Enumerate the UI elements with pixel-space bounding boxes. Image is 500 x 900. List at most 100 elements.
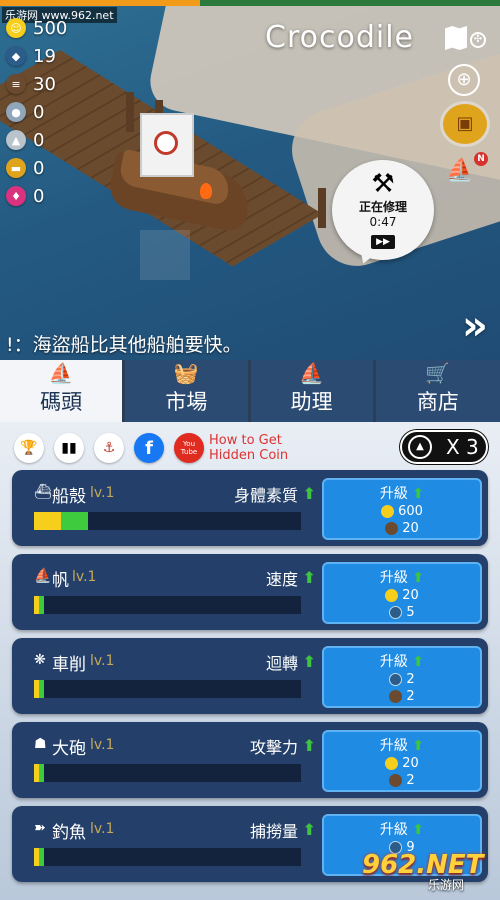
ship-wheel-icon[interactable]: ✣ [470,32,486,48]
social-bar: 🏆 ▮▮ ⚓ f You Tube How to Get Hidden Coin… [0,422,500,470]
upgrade-label: 升級 [379,486,408,502]
upgrade-button[interactable]: 升級 ⬆ 20 5 [322,562,482,624]
stat-label: 速度 [265,570,298,589]
upgrade-label: 升級 [379,654,408,670]
resource-item: ▲ 0 [6,126,67,154]
ship-name: Crocodile [265,20,414,55]
tab-label: 助理 [290,390,333,414]
resource-value: 500 [33,17,68,39]
wood-icon [389,690,403,703]
level-bar [34,848,301,866]
part-level: lv.1 [90,737,115,753]
cost-amount: 5 [406,605,415,620]
cannon-icon: ☗ [34,736,47,752]
coin-icon: ☺ [6,18,26,38]
hidden-coin-line2: Hidden Coin [209,448,289,463]
stat-label: 捕撈量 [249,822,298,841]
anchor-emblem-icon [154,131,178,155]
top-progress-bar [0,0,500,6]
cost-amount: 600 [398,504,423,519]
cost-item: 5 [324,604,480,621]
gold-bar-icon: ▬ [6,158,26,178]
up-arrow-icon: ⬆ [302,736,316,755]
up-arrow-icon: ⬆ [412,570,425,586]
up-arrow-icon: ⬆ [412,738,425,754]
upgrade-row-hull: ⛴ 船殼 lv.1 身體素質 ⬆ 升級 ⬆ 600 20 [12,470,488,546]
cost-item: 20 [324,587,480,604]
site-logo: 962.NET 乐游网 [362,850,492,894]
cost-item: 20 [324,520,480,537]
cost-amount: 2 [406,672,415,687]
repair-bubble[interactable]: ⚒ 正在修理 0:47 ▶▶ [332,160,434,260]
treasure-chest-icon[interactable]: ▣ [443,104,487,144]
upgrade-list: ⛴ 船殼 lv.1 身體素質 ⬆ 升級 ⬆ 600 20 ⛵ 帆 lv.1 速度… [12,470,488,890]
trophy-icon[interactable]: 🏆 [14,433,44,463]
upgrade-row-sail: ⛵ 帆 lv.1 速度 ⬆ 升級 ⬆ 20 5 [12,554,488,630]
bar-green [39,848,44,866]
upgrade-button[interactable]: 升級 ⬆ 600 20 [322,478,482,540]
bar-green [39,596,44,614]
facebook-icon[interactable]: f [134,433,164,463]
iron-icon: ● [6,102,26,122]
fire-icon [200,183,212,199]
upgrade-row-cannon: ☗ 大砲 lv.1 攻擊力 ⬆ 升級 ⬆ 20 2 [12,722,488,798]
bar-yellow [34,512,61,530]
cost-item: 2 [324,772,480,789]
tab-market[interactable]: 🧺 市場 [125,360,248,422]
up-arrow-icon: ⬆ [302,484,316,503]
basket-icon: 🧺 [173,361,199,385]
stat-label: 身體素質 [233,486,298,505]
up-arrow-icon: ⬆ [412,822,425,838]
resource-list: ☺ 500 ◆ 19 ≡ 30 ● 0 ▲ 0 ▬ 0 ♦ 0 [6,14,67,210]
up-arrow-icon: ⬆ [412,486,425,502]
ship-wheel-icon: ❋ [34,652,46,668]
bar-green [39,764,44,782]
upgrade-button[interactable]: 升級 ⬆ 2 2 [322,646,482,708]
part-level: lv.1 [90,821,115,837]
hidden-coin-line1: How to Get [209,433,282,448]
stat-label: 攻擊力 [249,738,298,757]
resource-item: ▬ 0 [6,154,67,182]
resource-value: 19 [33,45,56,67]
multiplier-text: X 3 [446,435,479,459]
logo-text: 962.NET [362,850,484,880]
anchor-icon[interactable]: ⚓ [94,433,124,463]
youtube-icon[interactable]: You Tube [174,433,204,463]
resource-value: 0 [33,157,45,179]
more-arrow-icon[interactable]: » [462,303,488,349]
logo-subtext: 乐游网 [428,878,465,892]
level-bar [34,596,301,614]
leaderboard-icon[interactable]: ▮▮ [54,433,84,463]
globe-icon[interactable]: ⊕ [448,64,480,96]
resource-item: ☺ 500 [6,14,67,42]
speed-multiplier-button[interactable]: ▲ X 3 [400,430,488,464]
upgrade-label: 升級 [379,822,408,838]
fish-icon: ➽ [34,820,46,836]
new-badge: N [474,152,488,166]
coin-icon [381,505,395,518]
hidden-coin-link[interactable]: How to Get Hidden Coin [209,433,288,463]
dock-post [318,188,326,228]
tip-text: !：海盜船比其他船舶要快。 [6,334,242,356]
level-bar [34,680,301,698]
dock-panel: 🏆 ▮▮ ⚓ f You Tube How to Get Hidden Coin… [0,422,500,900]
map-icon[interactable] [445,26,467,50]
wood-icon [385,522,399,535]
stone-icon: ▲ [6,130,26,150]
video-fast-forward-icon[interactable]: ▶▶ [371,235,395,249]
sail-icon: ⛵ [34,568,52,584]
resource-value: 0 [33,129,45,151]
cost-item: 20 [324,755,480,772]
resource-value: 0 [33,185,45,207]
water-reflection [140,230,190,280]
cost-amount: 20 [402,588,419,603]
part-name: 釣魚 [52,823,86,843]
cost-amount: 20 [402,521,419,536]
upgrade-label: 升級 [379,570,408,586]
tab-shop[interactable]: 🛒 商店 [375,360,500,422]
upgrade-button[interactable]: 升級 ⬆ 20 2 [322,730,482,792]
cart-icon: 🛒 [425,361,451,385]
tab-assistant[interactable]: ⛵ 助理 [250,360,373,422]
coin-icon [385,757,399,770]
tab-dock[interactable]: ⛵ 碼頭 [0,360,123,422]
